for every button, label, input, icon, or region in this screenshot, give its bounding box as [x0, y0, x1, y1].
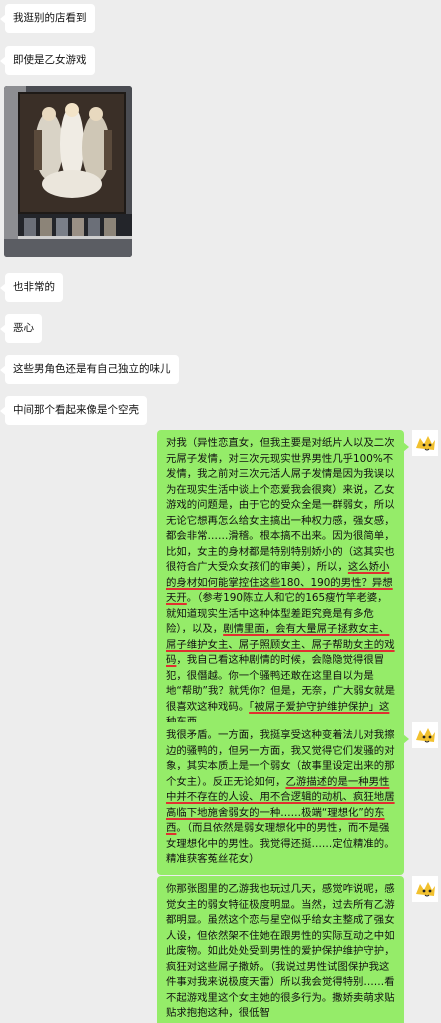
outgoing-message-3[interactable]: 你那张图里的乙游我也玩过几天，感觉咋说呢，感觉女主的弱女特征极度明显。当然，过去… — [157, 876, 404, 1023]
user-avatar[interactable] — [412, 722, 438, 748]
message-text: 恶心 — [13, 322, 34, 334]
message-text: 也非常的 — [13, 281, 55, 293]
incoming-message-1[interactable]: 我逛别的店看到 — [0, 4, 95, 33]
cartoon-dog-avatar-icon — [412, 430, 438, 456]
message-text: ，以及， — [181, 623, 224, 635]
cartoon-dog-avatar-icon — [412, 722, 438, 748]
message-text: 。（而且依然是弱女理想化中的男性，而不是强女理想化中的男性。我觉得还挺……定位精… — [166, 822, 395, 865]
incoming-message-6[interactable]: 中间那个看起来像是个空壳 — [0, 396, 147, 425]
incoming-message-4[interactable]: 恶心 — [0, 314, 42, 343]
message-text: 中间那个看起来像是个空壳 — [13, 404, 139, 416]
message-text: 你那张图里的乙游我也玩过几天，感觉咋说呢，感觉女主的弱女特征极度明显。当然，过去… — [166, 883, 395, 1019]
message-text: 对我（异性恋直女，但我主要是对纸片人以及二次元屌子发情，对三次元现实世界男性几乎… — [166, 437, 395, 573]
user-avatar[interactable] — [412, 430, 438, 456]
message-text: 这些男角色还是有自己独立的味儿 — [13, 363, 171, 375]
otome-game-poster-photo — [4, 86, 132, 257]
incoming-message-5[interactable]: 这些男角色还是有自己独立的味儿 — [0, 355, 179, 384]
outgoing-message-1[interactable]: 对我（异性恋直女，但我主要是对纸片人以及二次元屌子发情，对三次元现实世界男性几乎… — [157, 430, 409, 738]
photo-message[interactable] — [4, 86, 132, 257]
incoming-message-2[interactable]: 即使是乙女游戏 — [0, 46, 95, 75]
message-text: 我逛别的店看到 — [13, 12, 87, 24]
message-text: 即使是乙女游戏 — [13, 54, 87, 66]
user-avatar[interactable] — [412, 876, 438, 902]
outgoing-message-2[interactable]: 我很矛盾。一方面，我挺享受这种变着法儿对我擦边的骚鸭的，但另一方面，我又觉得它们… — [157, 722, 409, 875]
cartoon-dog-avatar-icon — [412, 876, 438, 902]
incoming-message-3[interactable]: 也非常的 — [0, 273, 63, 302]
